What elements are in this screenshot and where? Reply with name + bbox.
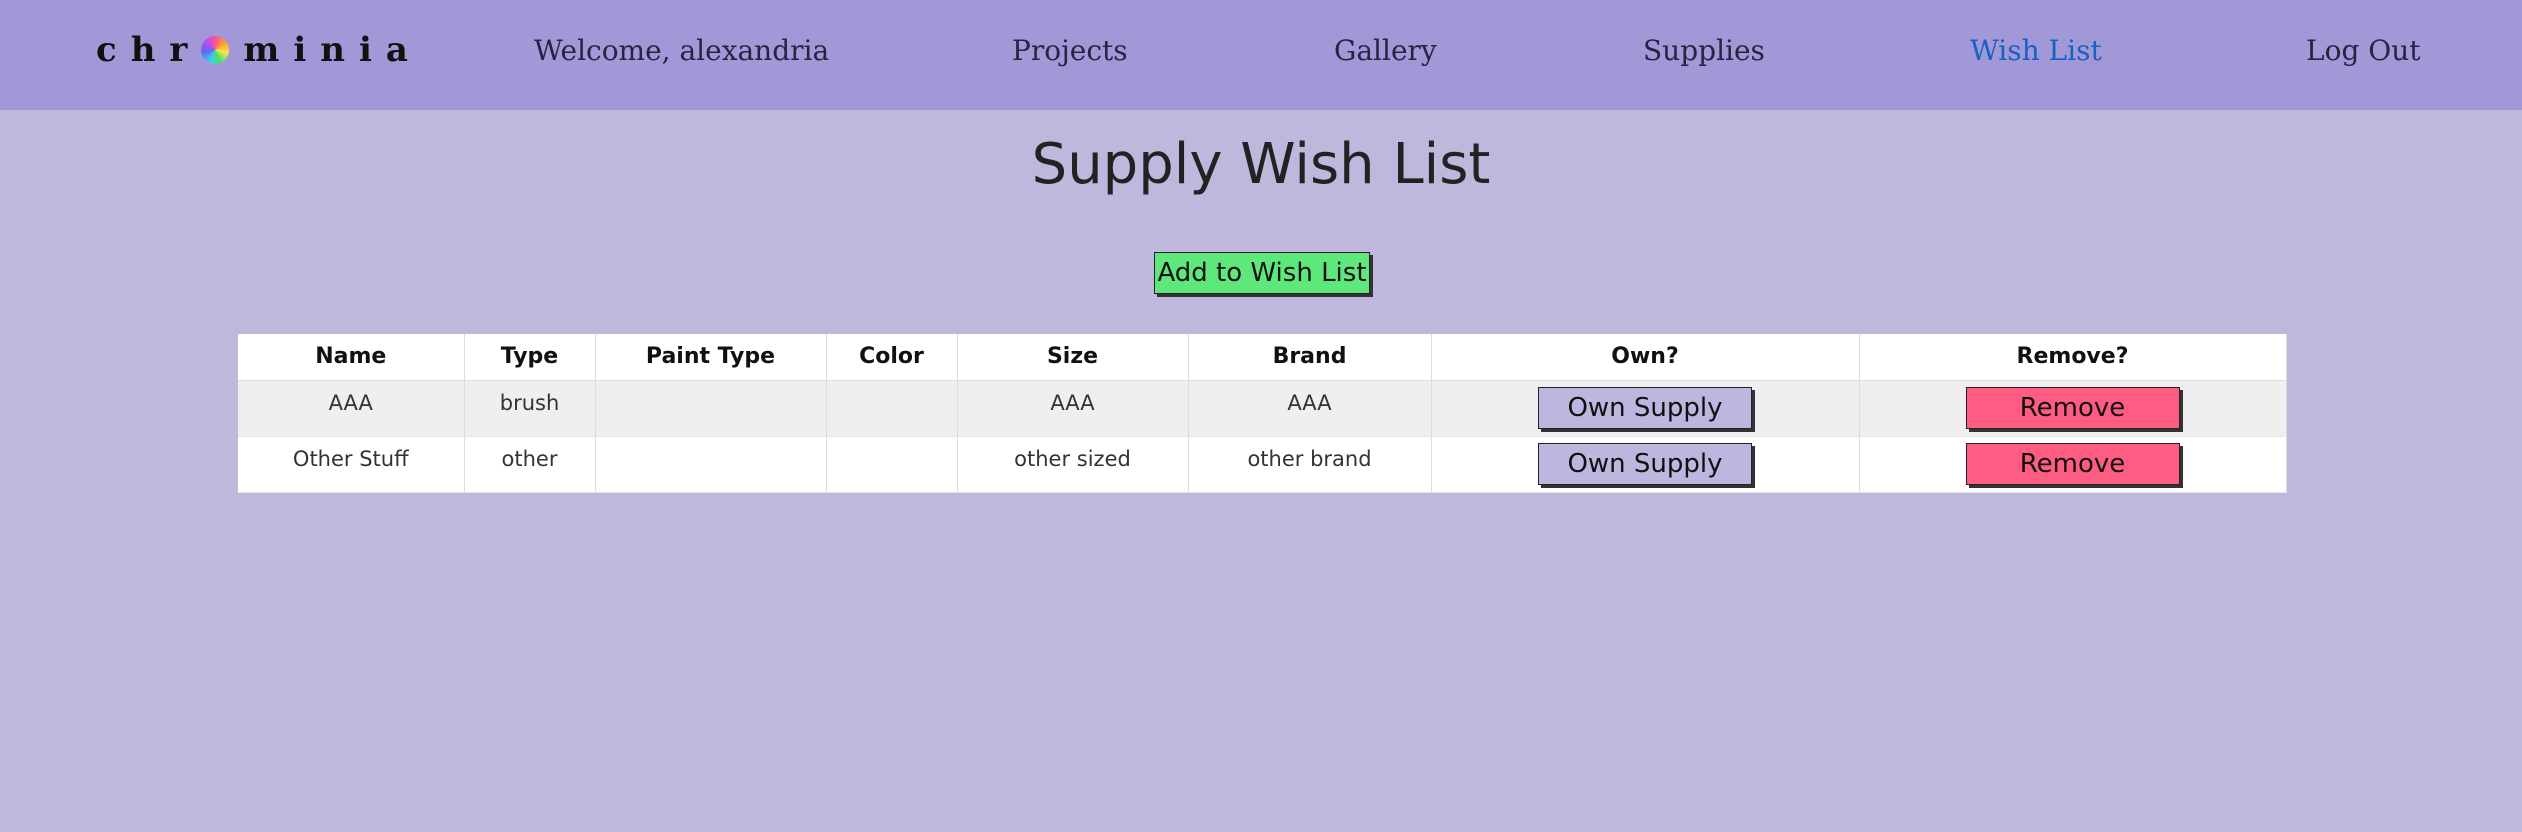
nav-link-supplies[interactable]: Supplies (1643, 34, 1765, 67)
logo-text-end: minia (243, 30, 422, 70)
column-header-own: Own? (1431, 334, 1860, 381)
own-supply-button[interactable]: Own Supply (1538, 386, 1752, 429)
cell-size: other sized (957, 436, 1189, 493)
remove-button[interactable]: Remove (1965, 442, 2180, 485)
cell-paint-type (595, 436, 827, 493)
wish-list-table: Name Type Paint Type Color Size Brand Ow… (238, 334, 2287, 493)
table-header-row: Name Type Paint Type Color Size Brand Ow… (238, 334, 2287, 381)
column-header-paint-type: Paint Type (595, 334, 827, 381)
nav-link-wish-list[interactable]: Wish List (1970, 34, 2102, 67)
cell-brand: other brand (1188, 436, 1432, 493)
column-header-brand: Brand (1188, 334, 1432, 381)
column-header-type: Type (464, 334, 596, 381)
cell-type: other (464, 436, 596, 493)
cell-color (826, 380, 958, 437)
logo[interactable]: chr minia (96, 30, 422, 70)
add-to-wish-list-button[interactable]: Add to Wish List (1154, 252, 1370, 294)
cell-type: brush (464, 380, 596, 437)
table-row: Other Stuff other other sized other bran… (238, 436, 2287, 493)
cell-size: AAA (957, 380, 1189, 437)
column-header-color: Color (826, 334, 958, 381)
nav-link-log-out[interactable]: Log Out (2306, 34, 2421, 67)
column-header-name: Name (238, 334, 465, 381)
nav-link-projects[interactable]: Projects (1012, 34, 1128, 67)
nav-link-gallery[interactable]: Gallery (1334, 34, 1437, 67)
cell-paint-type (595, 380, 827, 437)
cell-remove: Remove (1859, 380, 2287, 437)
column-header-size: Size (957, 334, 1189, 381)
cell-own: Own Supply (1431, 436, 1860, 493)
logo-text-start: chr (96, 30, 202, 70)
page-title: Supply Wish List (1031, 132, 1491, 197)
cell-color (826, 436, 958, 493)
cell-name: Other Stuff (238, 436, 465, 493)
cell-brand: AAA (1188, 380, 1432, 437)
table-row: AAA brush AAA AAA Own Supply Remove (238, 380, 2287, 437)
color-wheel-icon (201, 36, 230, 64)
own-supply-button[interactable]: Own Supply (1538, 442, 1752, 485)
column-header-remove: Remove? (1859, 334, 2287, 381)
remove-button[interactable]: Remove (1965, 386, 2180, 429)
navbar: chr minia Welcome, alexandria Projects Ga… (0, 0, 2522, 110)
welcome-text: Welcome, alexandria (534, 34, 830, 67)
cell-remove: Remove (1859, 436, 2287, 493)
cell-own: Own Supply (1431, 380, 1860, 437)
cell-name: AAA (238, 380, 465, 437)
